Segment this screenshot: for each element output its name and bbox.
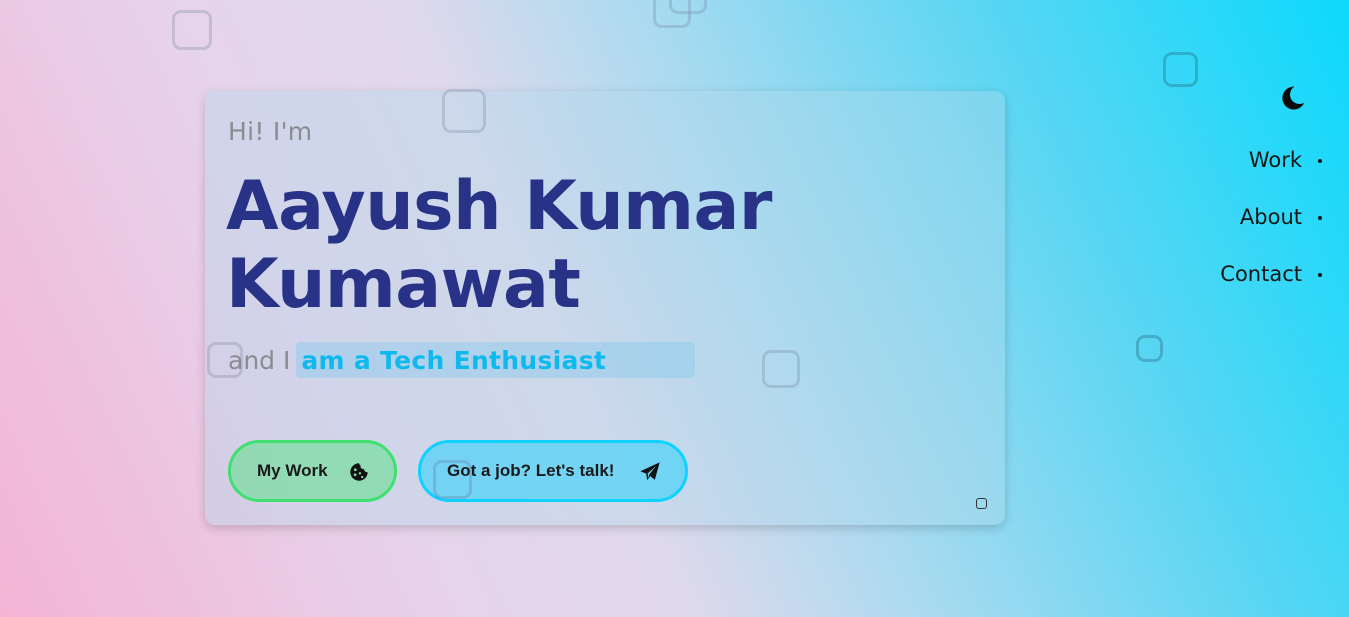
nav-item-label: Contact [1220,262,1302,286]
my-work-button-label: My Work [257,461,328,480]
nav-bullet [1318,159,1322,163]
nav-item-contact[interactable]: Contact [1220,259,1322,316]
cookie-icon [350,463,368,481]
lets-talk-button-label: Got a job? Let's talk! [447,461,615,480]
my-work-button[interactable]: My Work [228,440,397,502]
floating-square [207,342,243,378]
nav-item-label: About [1239,205,1302,229]
nav-item-label: Work [1248,148,1302,172]
typed-tagline-text: am a Tech Enthusiast [301,345,607,375]
name-heading-line-2: Kumawat [226,245,581,324]
nav-item-about[interactable]: About [1220,202,1322,259]
name-heading-line-1: Aayush Kumar [226,167,772,246]
nav-item-work[interactable]: Work [1220,145,1322,202]
side-nav: Work About Contact [1220,145,1322,316]
floating-square [172,10,212,50]
nav-bullet [1318,216,1322,220]
tagline: and I am a Tech Enthusiast [228,342,696,378]
floating-square [442,89,486,133]
floating-square [433,460,472,499]
floating-square [669,0,707,14]
moon-icon [1282,86,1305,110]
corner-marker [976,498,987,509]
floating-square [762,350,800,388]
theme-toggle-button[interactable] [1279,84,1307,112]
typed-tagline: am a Tech Enthusiast [296,342,696,378]
greeting-text: Hi! I'm [228,117,313,146]
floating-square [1136,335,1163,362]
nav-bullet [1318,273,1322,277]
floating-square [1163,52,1198,87]
hero-card: Hi! I'm Aayush Kumar Kumawat and I am a … [205,91,1005,525]
paper-plane-icon [640,462,660,481]
